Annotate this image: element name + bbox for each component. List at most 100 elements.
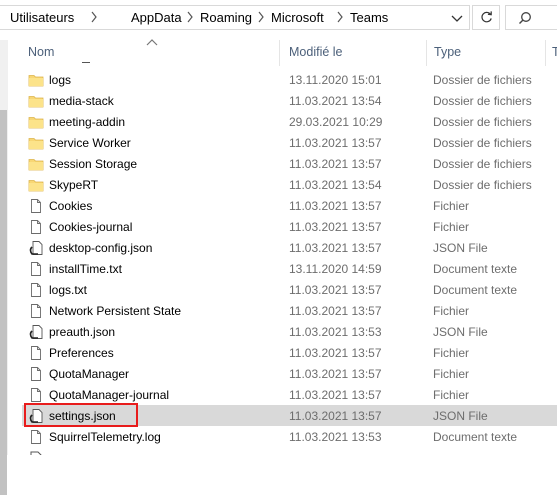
list-item[interactable]: QuotaManager 11.03.2021 13:57 Fichier — [22, 363, 557, 384]
modified-date: 11.03.2021 13:57 — [289, 199, 382, 213]
list-item[interactable]: Cookies 11.03.2021 13:57 Fichier — [22, 195, 557, 216]
column-divider[interactable] — [279, 40, 280, 66]
refresh-button[interactable] — [472, 5, 500, 30]
search-icon — [519, 12, 531, 24]
address-bar-area: Utilisateurs AppData Roaming Microsoft T… — [0, 0, 557, 36]
file-icon — [31, 304, 41, 318]
file-type: Dossier de fichiers — [433, 178, 532, 192]
file-type: Fichier — [433, 220, 470, 234]
chevron-right-icon[interactable] — [336, 11, 344, 23]
file-name: QuotaManager — [49, 367, 130, 381]
list-item[interactable]: Service Worker 11.03.2021 13:57 Dossier de… — [22, 132, 557, 153]
chevron-down-icon[interactable] — [447, 8, 467, 28]
partial-list-item[interactable] — [22, 448, 557, 455]
list-item[interactable]: desktop-config.json 11.03.2021 13:57 JSON … — [22, 237, 557, 258]
file-type: JSON File — [433, 325, 488, 339]
column-name[interactable]: Nom — [28, 45, 54, 59]
column-type[interactable]: Type — [434, 45, 461, 59]
file-name: SquirrelTelemetry.log — [49, 430, 161, 444]
folder-icon — [28, 159, 44, 171]
breadcrumb-teams[interactable]: Teams — [350, 10, 388, 25]
modified-date: 11.03.2021 13:57 — [289, 283, 382, 297]
file-type: Fichier — [433, 388, 470, 402]
file-name: meeting-addin — [49, 115, 126, 129]
json-file-icon — [29, 241, 43, 255]
sort-ascending-icon — [146, 39, 158, 46]
file-icon — [31, 199, 41, 213]
breadcrumb-microsoft[interactable]: Microsoft — [271, 10, 324, 25]
file-name: settings.json — [49, 409, 116, 423]
file-type: Dossier de fichiers — [433, 115, 532, 129]
folder-icon — [28, 96, 44, 108]
file-type: Document texte — [433, 430, 518, 444]
modified-date: 11.03.2021 13:57 — [289, 409, 382, 423]
list-item[interactable]: logs 13.11.2020 15:01 Dossier de fichiers — [22, 69, 557, 90]
list-item[interactable]: QuotaManager-journal 11.03.2021 13:57 Fich… — [22, 384, 557, 405]
modified-date: 11.03.2021 13:54 — [289, 94, 382, 108]
file-name: desktop-config.json — [49, 241, 153, 255]
list-item[interactable]: Cookies-journal 11.03.2021 13:57 Fichier — [22, 216, 557, 237]
modified-date: 11.03.2021 13:57 — [289, 304, 382, 318]
list-item[interactable]: Network Persistent State 11.03.2021 13:57… — [22, 300, 557, 321]
file-name: preauth.json — [49, 325, 116, 339]
text-file-icon — [31, 430, 41, 444]
file-type: JSON File — [433, 409, 488, 423]
file-type: Document texte — [433, 262, 518, 276]
chevron-right-icon[interactable] — [90, 11, 98, 23]
json-file-icon — [29, 325, 43, 339]
file-name: Session Storage — [49, 157, 138, 171]
file-type: Dossier de fichiers — [433, 136, 532, 150]
breadcrumb-utilisateurs[interactable]: Utilisateurs — [10, 10, 74, 25]
list-item[interactable]: Session Storage 11.03.2021 13:57 Dossier d… — [22, 153, 557, 174]
list-item[interactable]: preauth.json 11.03.2021 13:53 JSON File — [22, 321, 557, 342]
file-name: Preferences — [49, 346, 114, 360]
file-type: Fichier — [433, 304, 470, 318]
list-item[interactable]: SkypeRT 11.03.2021 13:54 Dossier de fichie… — [22, 174, 557, 195]
column-size[interactable]: T — [552, 45, 557, 59]
file-type: Dossier de fichiers — [433, 73, 532, 87]
list-item[interactable]: installTime.txt 13.11.2020 14:59 Document … — [22, 258, 557, 279]
json-file-icon — [30, 451, 42, 455]
modified-date: 11.03.2021 13:57 — [289, 367, 382, 381]
list-item[interactable]: logs.txt 11.03.2021 13:57 Document texte — [22, 279, 557, 300]
search-input[interactable] — [505, 5, 557, 30]
file-icon — [31, 367, 41, 381]
folder-icon — [28, 138, 44, 150]
file-name: logs — [49, 73, 72, 87]
column-divider[interactable] — [426, 40, 427, 66]
file-name: media-stack — [49, 94, 114, 108]
vertical-scrollbar[interactable] — [0, 40, 8, 495]
file-name: Service Worker — [49, 136, 131, 150]
modified-date: 11.03.2021 13:57 — [289, 136, 382, 150]
breadcrumb-appdata[interactable]: AppData — [131, 10, 182, 25]
list-item[interactable]: media-stack 11.03.2021 13:54 Dossier de fi… — [22, 90, 557, 111]
modified-date: 11.03.2021 13:57 — [289, 346, 382, 360]
file-name: logs.txt — [49, 283, 88, 297]
breadcrumb-roaming[interactable]: Roaming — [200, 10, 252, 25]
modified-date: 13.11.2020 15:01 — [289, 73, 382, 87]
file-type: JSON File — [433, 241, 488, 255]
chevron-right-icon[interactable] — [186, 11, 194, 23]
modified-date: 11.03.2021 13:57 — [289, 241, 382, 255]
list-item[interactable]: meeting-addin 29.03.2021 10:29 Dossier de … — [22, 111, 557, 132]
file-type: Dossier de fichiers — [433, 94, 532, 108]
list-item[interactable]: SquirrelTelemetry.log 11.03.2021 13:53 Doc… — [22, 426, 557, 447]
folder-icon — [28, 75, 44, 87]
scrollbar-thumb[interactable] — [0, 110, 7, 495]
file-icon — [31, 220, 41, 234]
modified-date: 11.03.2021 13:53 — [289, 325, 382, 339]
modified-date: 11.03.2021 13:57 — [289, 388, 382, 402]
list-item[interactable]: settings.json 11.03.2021 13:57 JSON File — [22, 405, 557, 426]
chevron-right-icon[interactable] — [257, 11, 265, 23]
column-divider[interactable] — [545, 40, 546, 66]
file-name: Network Persistent State — [49, 304, 182, 318]
file-type: Fichier — [433, 346, 470, 360]
list-item[interactable]: Preferences 11.03.2021 13:57 Fichier — [22, 342, 557, 363]
modified-date: 11.03.2021 13:53 — [289, 430, 382, 444]
column-modified[interactable]: Modifié le — [289, 45, 343, 59]
modified-date: 13.11.2020 14:59 — [289, 262, 382, 276]
file-name: Cookies-journal — [49, 220, 133, 234]
refresh-icon — [481, 11, 492, 23]
folder-icon — [28, 117, 44, 129]
text-file-icon — [31, 262, 41, 276]
